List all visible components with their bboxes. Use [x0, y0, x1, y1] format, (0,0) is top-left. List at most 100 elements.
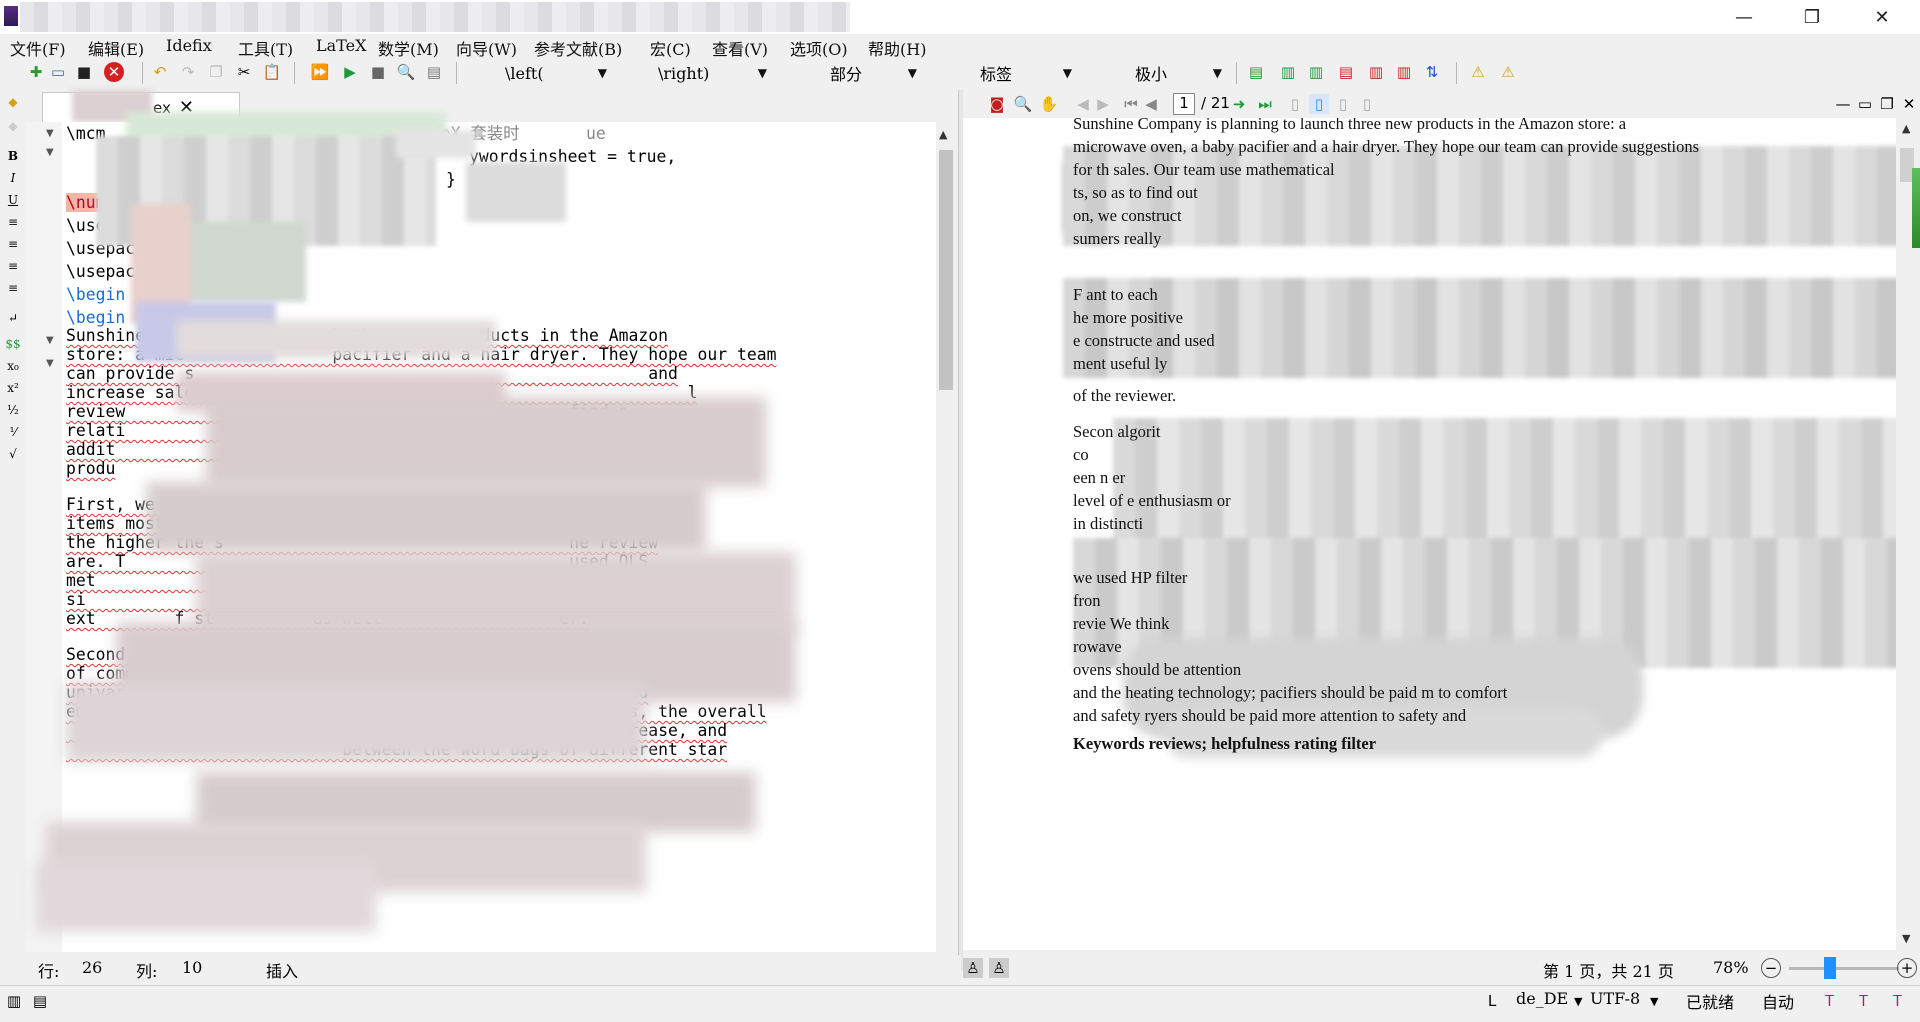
menu-item[interactable]: 帮助(H)	[868, 36, 926, 60]
build-view-icon[interactable]: ⏩	[310, 62, 330, 82]
sync-back-icon[interactable]: ♙	[989, 958, 1009, 978]
bookmark-icon[interactable]: ◆	[5, 94, 21, 110]
menu-item[interactable]: 选项(O)	[790, 36, 848, 60]
fold-marker-icon[interactable]: ▼	[46, 335, 54, 346]
fit-width-icon[interactable]: ▯	[1357, 94, 1377, 114]
table-insert-column-icon[interactable]: ▥	[1306, 62, 1326, 82]
fold-marker-icon[interactable]: ▼	[46, 358, 54, 369]
language-select[interactable]: de_DE	[1516, 989, 1568, 1008]
justify-icon[interactable]: ≡	[5, 280, 21, 296]
table-remove-column-icon[interactable]: ▥	[1366, 62, 1386, 82]
italic-icon[interactable]: I	[5, 170, 21, 186]
fold-marker-icon[interactable]: ▼	[46, 147, 54, 158]
zoom-icon[interactable]: 🔍	[1013, 94, 1033, 114]
menu-item[interactable]: Idefix	[166, 36, 212, 55]
forward-icon[interactable]: ▶	[1093, 94, 1113, 114]
next-page-icon[interactable]: ➜	[1229, 94, 1249, 114]
align-right-icon[interactable]: ≡	[5, 258, 21, 274]
subscript-icon[interactable]: x₀	[5, 358, 21, 374]
table-add-column-icon[interactable]: ▥	[1278, 62, 1298, 82]
menu-item[interactable]: 数学(M)	[378, 36, 439, 60]
status-auto[interactable]: 自动	[1762, 989, 1794, 1013]
messages-toggle-icon[interactable]: ▤	[30, 991, 50, 1011]
maximize-pane-icon[interactable]: ❐	[1877, 94, 1897, 114]
newline-icon[interactable]: ↵	[5, 310, 21, 326]
zoom-out-icon[interactable]: −	[1761, 958, 1781, 978]
maximize-button[interactable]: ❐	[1782, 0, 1842, 34]
back-icon[interactable]: ◀	[1073, 94, 1093, 114]
editor-scrollbar[interactable]: ▲ ▼	[936, 122, 956, 977]
typeset-alt-icon[interactable]: Ꭲ	[1854, 991, 1874, 1011]
table-remove-row-icon[interactable]: ▤	[1336, 62, 1356, 82]
minimize-button[interactable]: —	[1714, 0, 1774, 34]
zoom-level[interactable]: 78%	[1713, 958, 1749, 977]
single-page-icon[interactable]: ▯	[1285, 94, 1305, 114]
align-left-icon[interactable]: ≡	[5, 214, 21, 230]
spellcheck-icon[interactable]: Ⅼ	[1482, 991, 1502, 1011]
fold-marker-icon[interactable]: ▼	[46, 128, 54, 139]
hand-icon[interactable]: ✋	[1039, 94, 1059, 114]
close-pane-icon[interactable]: ✕	[1899, 94, 1919, 114]
underline-icon[interactable]: U	[5, 192, 21, 208]
two-page-icon[interactable]: ▯	[1333, 94, 1353, 114]
scrollbar-thumb[interactable]	[939, 150, 953, 390]
typeset-icon[interactable]: Ꭲ	[1820, 991, 1840, 1011]
close-button[interactable]: ✕	[1852, 0, 1912, 34]
cut-icon[interactable]: ✂	[234, 62, 254, 82]
menu-item[interactable]: 向导(W)	[456, 36, 517, 60]
sqrt-icon[interactable]: √	[5, 446, 21, 462]
code-line[interactable]: \begin	[66, 283, 125, 306]
bookmark-off-icon[interactable]: ◆	[5, 118, 21, 134]
log-icon[interactable]: ▤	[424, 62, 444, 82]
menu-item[interactable]: 查看(V)	[712, 36, 768, 60]
copy-icon[interactable]: ❐	[206, 62, 226, 82]
menu-item[interactable]: 文件(F)	[10, 36, 66, 60]
sync-icon[interactable]: ♙	[963, 958, 983, 978]
warning-next-icon[interactable]: ⚠	[1498, 62, 1518, 82]
table-delete-column-icon[interactable]: ▥	[1394, 62, 1414, 82]
zoom-slider-thumb[interactable]	[1824, 957, 1836, 979]
fraction-icon[interactable]: ½	[5, 402, 21, 418]
prev-page-icon[interactable]: ◀	[1141, 94, 1161, 114]
align-center-icon[interactable]: ≡	[5, 236, 21, 252]
scroll-up-icon[interactable]: ▲	[1902, 122, 1910, 135]
zoom-in-icon[interactable]: +	[1897, 958, 1917, 978]
structure-toggle-icon[interactable]: ▥	[4, 991, 24, 1011]
last-page-icon[interactable]: ⏭	[1255, 94, 1275, 114]
size-select[interactable]: 极小 ▼	[1090, 60, 1230, 86]
math-mode-icon[interactable]: $$	[5, 336, 21, 352]
encoding-select[interactable]: UTF-8	[1590, 989, 1640, 1008]
new-file-icon[interactable]: ✚	[26, 62, 46, 82]
redo-icon[interactable]: ↷	[178, 62, 198, 82]
pdf-scrollbar[interactable]: ▲ ▼	[1896, 118, 1920, 950]
menu-item[interactable]: 参考文献(B)	[534, 36, 622, 60]
close-file-icon[interactable]: ✕	[104, 62, 124, 82]
warning-icon[interactable]: ⚠	[1468, 62, 1488, 82]
save-icon[interactable]: ■	[74, 62, 94, 82]
compile-icon[interactable]: ▶	[340, 62, 360, 82]
paragraph-line[interactable]: produ	[66, 457, 115, 480]
first-page-icon[interactable]: ⏮	[1121, 94, 1141, 114]
pdf-icon[interactable]: ◙	[987, 94, 1007, 114]
menu-item[interactable]: LaTeX	[316, 36, 366, 55]
menu-item[interactable]: 编辑(E)	[88, 36, 144, 60]
zoom-slider[interactable]	[1789, 957, 1899, 979]
menu-item[interactable]: 工具(T)	[238, 36, 293, 60]
open-file-icon[interactable]: ▭	[48, 62, 68, 82]
undo-icon[interactable]: ↶	[150, 62, 170, 82]
minimize-pane-icon[interactable]: —	[1833, 94, 1853, 114]
pdf-viewer[interactable]: Sunshine Company is planning to launch t…	[963, 118, 1898, 950]
view-icon[interactable]: 🔍	[396, 62, 416, 82]
table-align-icon[interactable]: ⇅	[1422, 62, 1442, 82]
stop-icon[interactable]: ■	[368, 62, 388, 82]
menu-item[interactable]: 宏(C)	[650, 36, 691, 60]
bold-icon[interactable]: B	[5, 148, 21, 164]
window-pane-icon[interactable]: ▭	[1855, 94, 1875, 114]
dfrac-icon[interactable]: ⅟	[5, 424, 21, 440]
label-select[interactable]: 标签 ▼	[935, 60, 1080, 86]
page-number-input[interactable]: 1	[1173, 93, 1195, 115]
paste-icon[interactable]: 📋	[262, 62, 282, 82]
scroll-down-icon[interactable]: ▼	[1902, 932, 1910, 945]
typeset-pdf-icon[interactable]: Ꭲ	[1888, 991, 1908, 1011]
continuous-icon[interactable]: ▯	[1309, 94, 1329, 114]
